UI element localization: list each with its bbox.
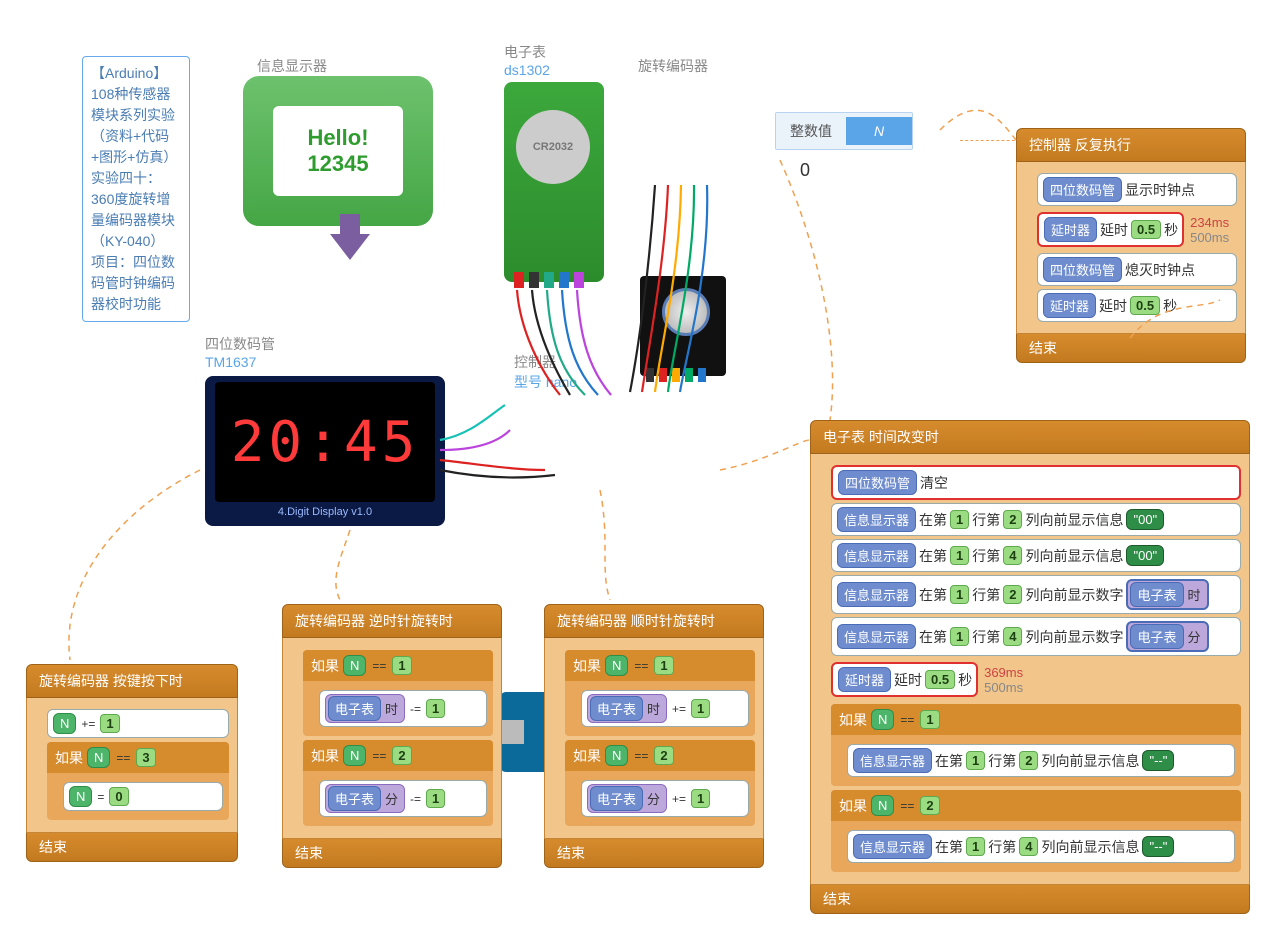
segment-show-clock-row[interactable]: 四位数码管 显示时钟点: [1037, 173, 1237, 206]
info-row-dd-1-4[interactable]: 信息显示器在第1行第4列向前显示信息"--": [847, 830, 1235, 863]
rotary-cw-footer: 结束: [544, 839, 764, 868]
clock-change-footer: 结束: [810, 885, 1250, 914]
if-n-eq-1[interactable]: 如果N==1 信息显示器在第1行第2列向前显示信息"--": [831, 704, 1241, 786]
segment-board-text: 4.Digit Display v1.0: [278, 502, 372, 522]
rotary-press-footer: 结束: [26, 833, 238, 862]
rotary-knob[interactable]: [662, 288, 710, 336]
ccw-if-n-eq-2[interactable]: 如果N==2 电子表分-=1: [303, 740, 493, 826]
timer-delay-row-2[interactable]: 延时器 延时 0.5 秒: [1037, 289, 1237, 322]
info-row-dd-1-2[interactable]: 信息显示器在第1行第2列向前显示信息"--": [847, 744, 1235, 777]
integer-readout-value: 0: [800, 160, 810, 181]
rotary-ccw-footer: 结束: [282, 839, 502, 868]
ds1302-module[interactable]: CR2032: [504, 82, 604, 282]
info-row-1-4-minute[interactable]: 信息显示器在第1行第4列向前显示数字电子表分: [831, 617, 1241, 656]
clock-delay-ms: 369ms: [984, 665, 1023, 680]
rotary-cw-header: 旋转编码器 顺时针旋转时: [544, 604, 764, 638]
segment-hide-clock-row[interactable]: 四位数码管 熄灭时钟点: [1037, 253, 1237, 286]
cw-if-n-eq-2[interactable]: 如果N==2 电子表分+=1: [565, 740, 755, 826]
segment-digits: 20:45: [215, 382, 435, 502]
if-n-eq-2[interactable]: 如果N==2 信息显示器在第1行第4列向前显示信息"--": [831, 790, 1241, 872]
if-n-eq-3[interactable]: 如果N==3 N=0: [47, 742, 229, 820]
info-display-screen: Hello! 12345: [273, 106, 403, 196]
info-display-label: 信息显示器: [257, 56, 327, 76]
cw-clock-hour-plus[interactable]: 电子表时+=1: [581, 690, 749, 727]
rotary-cw-block[interactable]: 旋转编码器 顺时针旋转时 如果N==1 电子表时+=1 如果N==2 电子表分+…: [544, 604, 764, 868]
ccw-clock-hour-minus[interactable]: 电子表时-=1: [319, 690, 487, 727]
info-display-module[interactable]: Hello! 12345: [243, 76, 433, 226]
cw-if-n-eq-1[interactable]: 如果N==1 电子表时+=1: [565, 650, 755, 736]
segment-label: 四位数码管 TM1637: [205, 334, 275, 370]
ds1302-battery: CR2032: [516, 110, 590, 184]
integer-readout-var: N: [846, 117, 912, 145]
controller-loop-header: 控制器 反复执行: [1016, 128, 1246, 162]
clock-change-block[interactable]: 电子表 时间改变时 四位数码管 清空 信息显示器在第1行第2列向前显示信息"00…: [810, 420, 1250, 914]
n-pluseq-1-row[interactable]: N+=1: [47, 709, 229, 738]
clock-change-header: 电子表 时间改变时: [810, 420, 1250, 454]
rotary-ccw-block[interactable]: 旋转编码器 逆时针旋转时 如果N==1 电子表时-=1 如果N==2 电子表分-…: [282, 604, 502, 868]
ccw-if-n-eq-1[interactable]: 如果N==1 电子表时-=1: [303, 650, 493, 736]
integer-readout-label: 整数值: [776, 121, 846, 141]
segment-clear-row[interactable]: 四位数码管 清空: [831, 465, 1241, 500]
clock-delay-row[interactable]: 延时器延时0.5秒: [831, 662, 978, 697]
timer-delay-row-1[interactable]: 延时器 延时 0.5 秒: [1037, 212, 1184, 247]
rotary-pins: [646, 368, 706, 382]
arrow-down: [330, 214, 370, 260]
cw-clock-min-plus[interactable]: 电子表分+=1: [581, 780, 749, 817]
description-card: 【Arduino】108种传感器模块系列实验（资料+代码+图形+仿真） 实验四十…: [82, 56, 190, 322]
description-text: 【Arduino】108种传感器模块系列实验（资料+代码+图形+仿真） 实验四十…: [91, 65, 177, 312]
segment-module[interactable]: 20:45 4.Digit Display v1.0: [205, 376, 445, 526]
rotary-module[interactable]: [640, 276, 726, 376]
ccw-clock-min-minus[interactable]: 电子表分-=1: [319, 780, 487, 817]
loop-delay-ms: 234ms: [1190, 215, 1229, 230]
ds1302-label: 电子表 ds1302: [504, 42, 550, 78]
controller-loop-block[interactable]: 控制器 反复执行 四位数码管 显示时钟点 延时器 延时 0.5 秒 234ms …: [1016, 128, 1246, 363]
info-row-1-2-00[interactable]: 信息显示器在第1行第2列向前显示信息"00": [831, 503, 1241, 536]
ds1302-pins: [514, 272, 584, 288]
controller-label: 控制器 型号 nano: [514, 352, 577, 392]
info-row-1-4-00[interactable]: 信息显示器在第1行第4列向前显示信息"00": [831, 539, 1241, 572]
loop-delay-total: 500ms: [1190, 230, 1229, 245]
clock-delay-total: 500ms: [984, 680, 1023, 695]
info-row-1-2-hour[interactable]: 信息显示器在第1行第2列向前显示数字电子表时: [831, 575, 1241, 614]
controller-loop-footer: 结束: [1016, 334, 1246, 363]
rotary-press-header: 旋转编码器 按键按下时: [26, 664, 238, 698]
rotary-press-block[interactable]: 旋转编码器 按键按下时 N+=1 如果N==3 N=0 结束: [26, 664, 238, 862]
n-assign-0-row[interactable]: N=0: [63, 782, 223, 811]
rotary-label: 旋转编码器: [638, 56, 708, 76]
integer-readout: 整数值 N: [775, 112, 913, 150]
rotary-ccw-header: 旋转编码器 逆时针旋转时: [282, 604, 502, 638]
